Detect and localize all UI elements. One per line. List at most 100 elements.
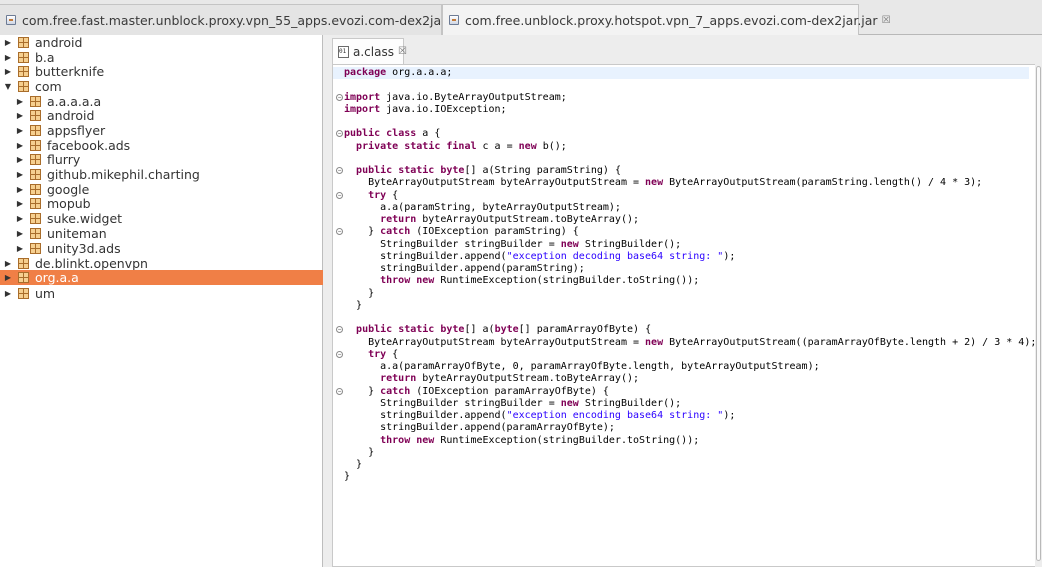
package-icon xyxy=(30,228,41,239)
code-text: try { xyxy=(368,348,399,360)
tree-item[interactable]: ▶ a.a.a.a.a xyxy=(0,94,323,109)
tree-item[interactable]: ▶ github.mikephil.charting xyxy=(0,167,323,182)
tree-item[interactable]: ▶ flurry xyxy=(0,152,323,167)
file-tab-vpn55[interactable]: com.free.fast.master.unblock.proxy.vpn_5… xyxy=(0,4,478,35)
tab-a-class[interactable]: a.class ☒ xyxy=(332,38,407,64)
tree-item-label: a.a.a.a.a xyxy=(47,94,102,109)
expand-arrow-icon[interactable]: ▶ xyxy=(16,97,24,106)
expand-arrow-icon[interactable]: ▶ xyxy=(4,67,12,76)
tree-item-label: org.a.a xyxy=(35,270,79,285)
close-icon[interactable]: ☒ xyxy=(882,15,891,26)
code-line: ByteArrayOutputStream byteArrayOutputStr… xyxy=(333,337,1036,349)
close-icon[interactable]: ☒ xyxy=(398,46,407,57)
tree-item[interactable]: ▶ facebook.ads xyxy=(0,138,323,153)
tree-item[interactable]: ▶ suke.widget xyxy=(0,211,323,226)
tree-item[interactable]: ▶ android xyxy=(0,35,323,50)
code-line: − import java.io.ByteArrayOutputStream; xyxy=(333,92,1029,104)
code-line: − } catch (IOException paramArrayOfByte)… xyxy=(333,386,1029,398)
code-text: import java.io.ByteArrayOutputStream; xyxy=(344,91,567,103)
expand-arrow-icon[interactable]: ▶ xyxy=(16,111,24,120)
tree-item-label: b.a xyxy=(35,50,55,65)
tree-item[interactable]: ▶ unity3d.ads xyxy=(0,241,323,256)
tree-item[interactable]: ▶ de.blinkt.openvpn xyxy=(0,256,323,271)
tree-item-label: butterknife xyxy=(35,64,105,79)
expand-arrow-icon[interactable]: ▶ xyxy=(16,229,24,238)
code-line: ByteArrayOutputStream byteArrayOutputStr… xyxy=(333,177,1029,189)
fold-toggle-icon[interactable]: − xyxy=(336,167,343,174)
expand-arrow-icon[interactable]: ▶ xyxy=(4,53,12,62)
expand-arrow-icon[interactable]: ▶ xyxy=(16,155,24,164)
code-text: } xyxy=(344,459,363,470)
fold-toggle-icon[interactable]: − xyxy=(336,350,343,358)
tree-item[interactable]: ▶ org.a.a xyxy=(0,270,323,285)
expand-arrow-icon[interactable]: ▶ xyxy=(16,185,24,194)
fold-toggle-icon[interactable]: − xyxy=(336,228,343,236)
tree-item-label: unity3d.ads xyxy=(47,241,121,256)
tree-item[interactable]: ▶ mopub xyxy=(0,196,323,211)
expand-arrow-icon[interactable]: ▶ xyxy=(4,259,12,268)
tree-item-label: flurry xyxy=(47,152,81,167)
vertical-scrollbar[interactable] xyxy=(1035,64,1042,567)
package-icon xyxy=(30,110,41,121)
package-icon xyxy=(30,140,41,151)
package-icon xyxy=(18,272,29,283)
tree-item[interactable]: ▶ google xyxy=(0,182,323,197)
expand-arrow-icon[interactable]: ▶ xyxy=(16,244,24,253)
scrollbar-thumb[interactable] xyxy=(1036,66,1041,561)
expand-arrow-icon[interactable]: ▶ xyxy=(16,199,24,208)
code-line: } xyxy=(333,471,1029,483)
code-text: a.a(paramArrayOfByte, 0, paramArrayOfByt… xyxy=(344,361,820,372)
code-text: private static final c a = new b(); xyxy=(356,140,567,152)
expand-arrow-icon[interactable]: ▶ xyxy=(16,214,24,223)
code-line: StringBuilder stringBuilder = new String… xyxy=(333,239,1029,251)
tree-item-label: google xyxy=(47,182,90,197)
code-text: } xyxy=(344,446,375,458)
code-line: − try { xyxy=(333,190,1029,202)
code-line: } xyxy=(333,288,1029,300)
code-text: stringBuilder.append("exception encoding… xyxy=(344,410,736,421)
collapse-arrow-icon[interactable]: ▼ xyxy=(4,82,12,91)
code-text: ByteArrayOutputStream byteArrayOutputStr… xyxy=(344,177,983,189)
code-text: public static byte[] a(String paramStrin… xyxy=(356,165,621,176)
code-line: − public static byte[] a(String paramStr… xyxy=(333,165,1029,177)
tree-item[interactable]: ▶ um xyxy=(0,286,323,301)
code-line: stringBuilder.append("exception encoding… xyxy=(333,410,1029,422)
fold-toggle-icon[interactable]: − xyxy=(336,130,343,138)
package-icon xyxy=(18,37,29,48)
tree-item-label: android xyxy=(35,35,83,50)
package-icon xyxy=(30,198,41,209)
tree-item[interactable]: ▼ com xyxy=(0,79,323,94)
code-line: − public class a { xyxy=(333,128,1029,140)
code-line: return byteArrayOutputStream.toByteArray… xyxy=(333,214,1029,226)
code-text: StringBuilder stringBuilder = new String… xyxy=(344,238,682,250)
code-view[interactable]: package org.a.a.a; − import java.io.ByteAr… xyxy=(332,64,1038,567)
fold-toggle-icon[interactable]: − xyxy=(336,191,343,199)
expand-arrow-icon[interactable]: ▶ xyxy=(4,38,12,47)
expand-arrow-icon[interactable]: ▶ xyxy=(4,273,12,282)
expand-arrow-icon[interactable]: ▶ xyxy=(16,126,24,135)
file-tab-label: com.free.unblock.proxy.hotspot.vpn_7_app… xyxy=(465,12,878,28)
tree-item[interactable]: ▶ appsflyer xyxy=(0,123,323,138)
expand-arrow-icon[interactable]: ▶ xyxy=(16,170,24,179)
fold-toggle-icon[interactable]: − xyxy=(336,326,343,334)
code-line: package org.a.a.a; xyxy=(333,67,1029,80)
tree-item[interactable]: ▶ butterknife xyxy=(0,64,323,79)
expand-arrow-icon[interactable]: ▶ xyxy=(4,289,12,298)
package-icon xyxy=(18,66,29,77)
code-line: − try { xyxy=(333,349,1029,361)
tree-item[interactable]: ▶ android xyxy=(0,108,323,123)
tree-item-label: mopub xyxy=(47,196,91,211)
file-tab-vpn7[interactable]: com.free.unblock.proxy.hotspot.vpn_7_app… xyxy=(442,4,891,35)
tree-item-label: uniteman xyxy=(47,226,107,241)
fold-toggle-icon[interactable]: − xyxy=(336,387,343,395)
expand-arrow-icon[interactable]: ▶ xyxy=(16,141,24,150)
code-line: − } catch (IOException paramString) { xyxy=(333,226,1029,238)
tree-item[interactable]: ▶ uniteman xyxy=(0,226,323,241)
fold-toggle-icon[interactable]: − xyxy=(336,93,343,101)
package-icon xyxy=(18,52,29,63)
tree-item[interactable]: ▶ b.a xyxy=(0,50,323,65)
code-text: return byteArrayOutputStream.toByteArray… xyxy=(380,373,640,385)
code-line: private static final c a = new b(); xyxy=(333,141,1029,153)
